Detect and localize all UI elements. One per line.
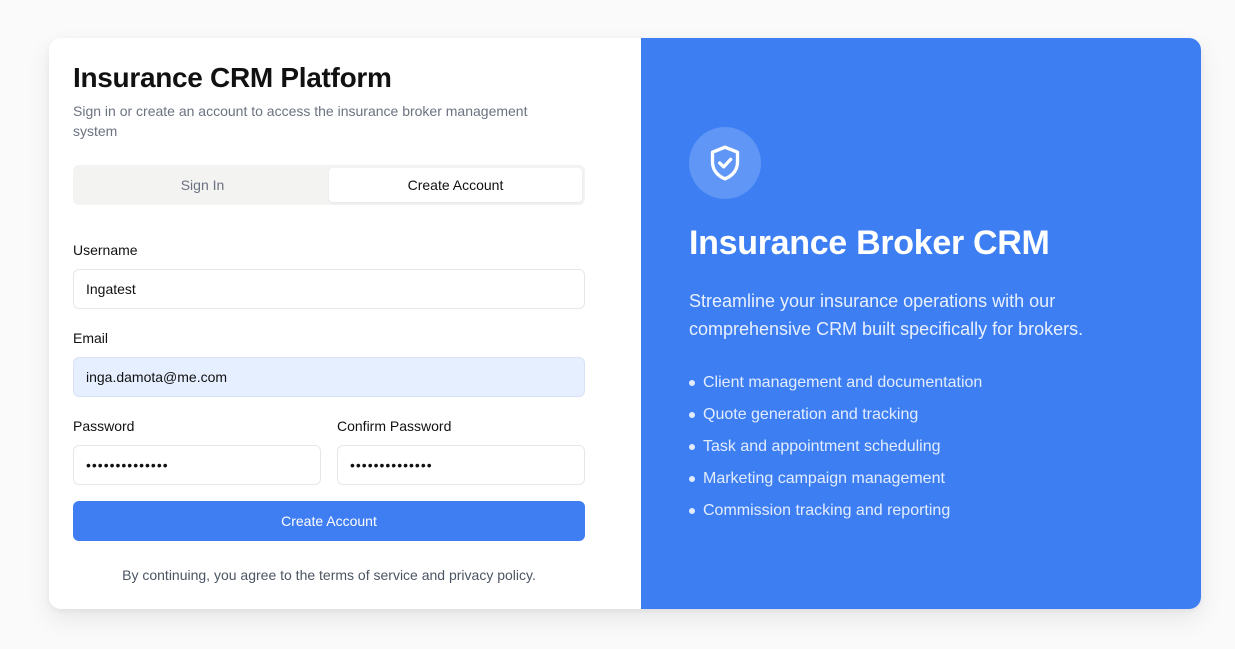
hero-description: Streamline your insurance operations wit… <box>689 291 1084 339</box>
bullet-icon <box>689 508 695 514</box>
confirm-password-label: Confirm Password <box>337 418 452 434</box>
auth-card: Insurance CRM Platform Sign in or create… <box>49 38 1201 609</box>
password-label: Password <box>73 418 135 434</box>
feature-list: Client management and documentation Quot… <box>689 367 982 527</box>
email-label: Email <box>73 330 109 346</box>
feature-item: Client management and documentation <box>689 367 982 399</box>
feature-label: Client management and documentation <box>703 374 983 391</box>
feature-item: Task and appointment scheduling <box>689 431 982 463</box>
tab-create-account[interactable]: Create Account <box>329 168 582 202</box>
username-label: Username <box>73 242 138 258</box>
terms-notice: By continuing, you agree to the terms of… <box>122 567 536 583</box>
auth-form-panel: Insurance CRM Platform Sign in or create… <box>49 38 641 609</box>
page-title: Insurance CRM Platform <box>73 62 392 93</box>
feature-label: Quote generation and tracking <box>703 406 919 423</box>
feature-item: Commission tracking and reporting <box>689 495 982 527</box>
feature-label: Commission tracking and reporting <box>703 502 951 519</box>
hero-panel: Insurance Broker CRM Streamline your ins… <box>641 38 1201 609</box>
feature-item: Marketing campaign management <box>689 463 982 495</box>
shield-check-icon <box>710 145 740 181</box>
auth-tabs: Sign In Create Account <box>73 165 585 205</box>
bullet-icon <box>689 476 695 482</box>
password-input[interactable] <box>73 445 321 485</box>
email-input[interactable] <box>73 357 585 397</box>
feature-label: Marketing campaign management <box>703 470 945 487</box>
confirm-password-input[interactable] <box>337 445 585 485</box>
shield-icon-badge <box>689 127 761 199</box>
feature-item: Quote generation and tracking <box>689 399 982 431</box>
tab-sign-in[interactable]: Sign In <box>76 168 329 202</box>
bullet-icon <box>689 412 695 418</box>
bullet-icon <box>689 444 695 450</box>
page-subtitle: Sign in or create an account to access t… <box>73 103 528 139</box>
feature-label: Task and appointment scheduling <box>703 438 941 455</box>
username-input[interactable] <box>73 269 585 309</box>
create-account-button[interactable]: Create Account <box>73 501 585 541</box>
bullet-icon <box>689 380 695 386</box>
hero-title: Insurance Broker CRM <box>689 224 1050 262</box>
